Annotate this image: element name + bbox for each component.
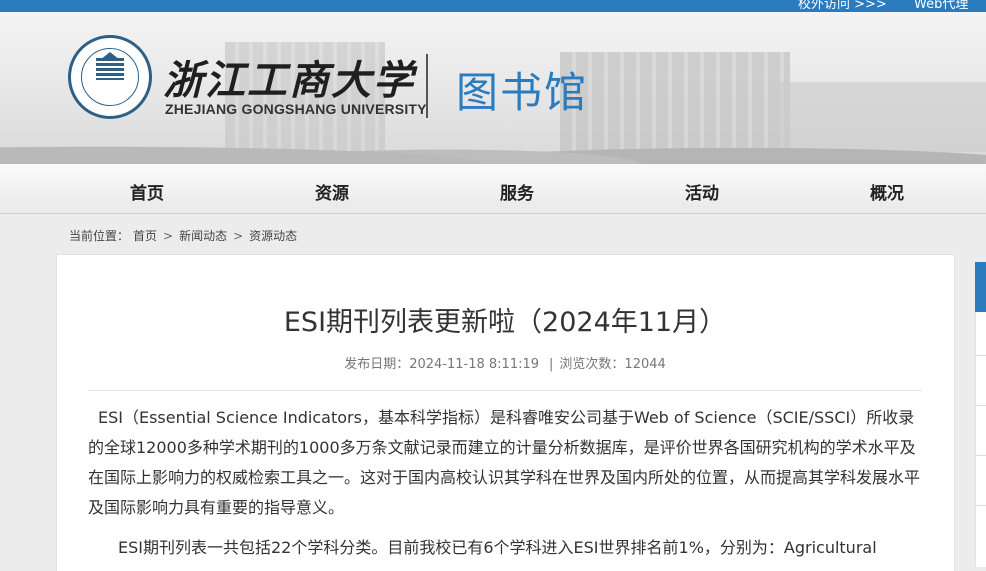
breadcrumb-prefix: 当前位置： — [69, 229, 130, 243]
side-panel — [975, 312, 986, 567]
library-title[interactable]: 图书馆 — [456, 59, 588, 120]
side-panel-divider — [976, 505, 986, 506]
side-panel-tab[interactable] — [975, 262, 986, 312]
banner-trees — [0, 124, 986, 164]
university-name-cn[interactable]: 浙江工商大学 — [163, 48, 415, 106]
university-name-en: ZHEJIANG GONGSHANG UNIVERSITY — [165, 101, 427, 117]
title-divider — [88, 390, 922, 391]
side-panel-divider — [976, 405, 986, 406]
breadcrumb-home[interactable]: 首页 — [133, 229, 157, 243]
article-paragraph: ESI（Essential Science Indicators，基本科学指标）… — [88, 408, 921, 517]
web-proxy-link[interactable]: Web代理 — [914, 0, 968, 12]
publish-date: 发布日期：2024-11-18 8:11:19 — [344, 357, 540, 372]
nav-item-activities[interactable]: 活动 — [685, 179, 719, 204]
meta-divider: | — [549, 357, 554, 372]
side-panel-divider — [976, 455, 986, 456]
nav-item-services[interactable]: 服务 — [500, 179, 534, 204]
header-divider — [426, 54, 428, 118]
view-count: 浏览次数：12044 — [559, 357, 666, 372]
article-title: ESI期刊列表更新啦（2024年11月） — [283, 307, 727, 338]
nav-item-overview[interactable]: 概况 — [870, 179, 904, 204]
breadcrumb-separator: > — [163, 229, 174, 243]
article-meta: 发布日期：2024-11-18 8:11:19 | 浏览次数：12044 — [0, 353, 986, 372]
university-seal-logo[interactable] — [68, 35, 152, 119]
breadcrumb-resource-news[interactable]: 资源动态 — [249, 229, 297, 243]
nav-item-resources[interactable]: 资源 — [315, 179, 349, 204]
breadcrumb: 当前位置： 首页 > 新闻动态 > 资源动态 — [69, 227, 301, 244]
article-paragraph: ESI期刊列表一共包括22个学科分类。目前我校已有6个学科进入ESI世界排名前1… — [118, 538, 877, 557]
seal-book-icon — [96, 58, 124, 80]
offcampus-access-link[interactable]: 校外访问 >>> — [798, 0, 887, 12]
nav-item-home[interactable]: 首页 — [130, 179, 164, 204]
main-nav: 首页 资源 服务 活动 概况 — [0, 164, 986, 214]
breadcrumb-separator: > — [233, 229, 244, 243]
side-panel-divider — [976, 355, 986, 356]
breadcrumb-news[interactable]: 新闻动态 — [179, 229, 227, 243]
top-bar: 校外访问 >>> Web代理 — [0, 0, 986, 12]
